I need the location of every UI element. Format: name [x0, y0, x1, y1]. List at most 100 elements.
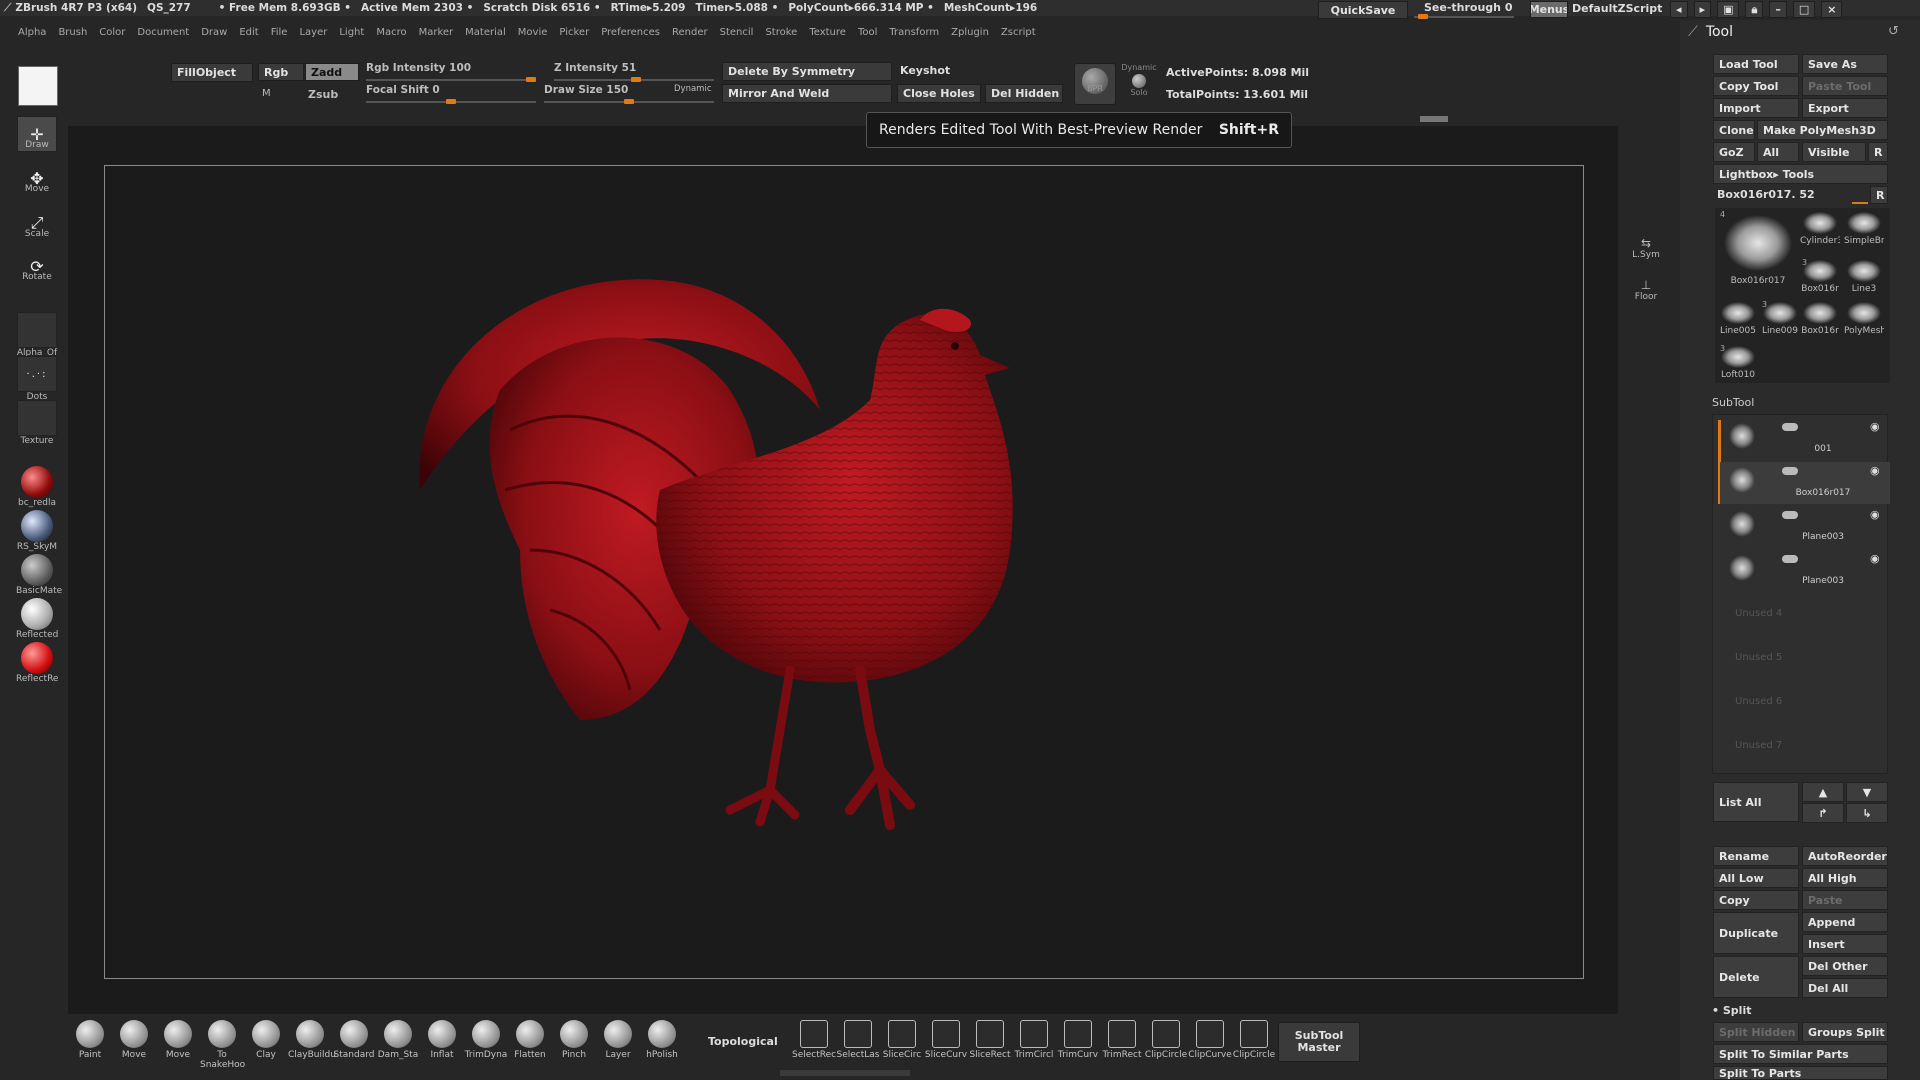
subtool-item[interactable]: ◉ Plane003	[1720, 506, 1890, 548]
scale-mode-button[interactable]: ⤢ Scale	[16, 205, 58, 239]
rotate-mode-button[interactable]: ⟳ Rotate	[16, 248, 58, 283]
subtool-item[interactable]: ◉ 001	[1720, 418, 1890, 460]
subtool-polypaint-toggle-icon[interactable]	[1782, 511, 1798, 519]
menu-brush[interactable]: Brush	[58, 27, 87, 38]
make-polymesh3d-button[interactable]: Make PolyMesh3D	[1757, 120, 1888, 140]
palette-reset-icon[interactable]: ↺	[1888, 24, 1899, 39]
m-toggle[interactable]: M	[262, 88, 271, 99]
split-to-parts-button[interactable]: Split To Parts	[1713, 1066, 1888, 1080]
color-swatch[interactable]	[18, 66, 58, 106]
subtool-polypaint-toggle-icon[interactable]	[1782, 555, 1798, 563]
delete-by-symmetry-button[interactable]: Delete By Symmetry	[722, 62, 892, 81]
tool-thumbnail[interactable]: SimpleBru	[1844, 210, 1884, 246]
paste-tool-button[interactable]: Paste Tool	[1802, 76, 1888, 96]
current-tool-r-button[interactable]: R	[1870, 186, 1888, 204]
goz-visible-button[interactable]: Visible	[1802, 142, 1866, 162]
subtool-header[interactable]: SubTool	[1712, 396, 1888, 412]
subtool-visibility-eye-icon[interactable]: ◉	[1870, 464, 1880, 477]
subtool-item[interactable]: ◉ Plane003	[1720, 550, 1890, 592]
tool-thumbnail[interactable]: Cylinder3	[1800, 210, 1840, 246]
bottom-shelf-scroll-handle[interactable]	[780, 1070, 910, 1076]
selection-brush-1[interactable]: SelectLas	[836, 1020, 880, 1060]
import-button[interactable]: Import	[1713, 98, 1799, 118]
brush-13[interactable]: hPolish	[640, 1020, 684, 1060]
menu-transform[interactable]: Transform	[889, 27, 939, 38]
menu-movie[interactable]: Movie	[518, 27, 548, 38]
brush-11[interactable]: Pinch	[552, 1020, 596, 1060]
move-mode-button[interactable]: ✥ Move	[16, 160, 58, 195]
brush-0[interactable]: Paint	[68, 1020, 112, 1060]
menu-material[interactable]: Material	[465, 27, 506, 38]
brush-8[interactable]: Inflat	[420, 1020, 464, 1060]
menu-tool[interactable]: Tool	[858, 27, 877, 38]
move-bottom-arrow-icon[interactable]: ↳	[1846, 803, 1888, 823]
list-all-button[interactable]: List All	[1713, 782, 1799, 822]
menu-stencil[interactable]: Stencil	[720, 27, 754, 38]
mirror-and-weld-button[interactable]: Mirror And Weld	[722, 84, 892, 103]
bpr-button[interactable]: BPR	[1074, 63, 1116, 105]
fillobject-button[interactable]: FillObject	[171, 63, 253, 82]
selection-brush-7[interactable]: TrimRect	[1100, 1020, 1144, 1060]
menu-stroke[interactable]: Stroke	[765, 27, 797, 38]
current-tool-slider[interactable]: Box016r017. 52	[1717, 188, 1815, 201]
split-hidden-button[interactable]: Split Hidden	[1713, 1022, 1799, 1042]
rooster-model[interactable]	[400, 250, 1120, 920]
brush-6[interactable]: Standard	[332, 1020, 376, 1060]
layout-next-icon[interactable]: ▸	[1693, 1, 1712, 18]
selection-brush-8[interactable]: ClipCircle	[1144, 1020, 1188, 1060]
paste-subtool-button[interactable]: Paste	[1802, 890, 1888, 910]
menu-picker[interactable]: Picker	[559, 27, 589, 38]
layout-prev-icon[interactable]: ◂	[1670, 1, 1688, 18]
minimize-icon[interactable]: –	[1769, 1, 1787, 18]
menu-zplugin[interactable]: Zplugin	[951, 27, 989, 38]
tool-thumbnail[interactable]: 4 Box016r017	[1718, 210, 1798, 286]
export-button[interactable]: Export	[1802, 98, 1888, 118]
subtool-polypaint-toggle-icon[interactable]	[1782, 467, 1798, 475]
material-slot-2[interactable]: RS_SkyM	[16, 510, 58, 552]
brush-3[interactable]: To SnakeHoo	[200, 1020, 245, 1070]
stroke-button[interactable]: ·.·: Dots	[16, 356, 58, 402]
current-tool-slider-knob[interactable]	[1852, 202, 1868, 204]
delete-button[interactable]: Delete	[1713, 956, 1799, 998]
insert-button[interactable]: Insert	[1802, 934, 1888, 954]
menu-document[interactable]: Document	[137, 27, 189, 38]
material-slot-5[interactable]: ReflectRe	[16, 642, 58, 684]
tool-thumbnail[interactable]: Box016r	[1800, 300, 1840, 336]
selection-brush-0[interactable]: SelectRec	[792, 1020, 836, 1060]
close-icon[interactable]: ×	[1821, 1, 1843, 18]
see-through-slider[interactable]: See-through 0	[1414, 1, 1514, 19]
material-slot-3[interactable]: BasicMate	[16, 554, 62, 596]
subtool-item[interactable]: ◉ Box016r017	[1720, 462, 1890, 504]
menu-light[interactable]: Light	[339, 27, 364, 38]
draw-button[interactable]: ✛ Draw	[16, 116, 58, 152]
menu-file[interactable]: File	[271, 27, 288, 38]
tool-thumbnail[interactable]: 3 Box016r	[1800, 258, 1840, 294]
subtool-visibility-eye-icon[interactable]: ◉	[1870, 552, 1880, 565]
selection-brush-3[interactable]: SliceCurv	[924, 1020, 968, 1060]
alpha-button[interactable]: Alpha_Of	[16, 312, 58, 358]
selection-brush-5[interactable]: TrimCircl	[1012, 1020, 1056, 1060]
del-other-button[interactable]: Del Other	[1802, 956, 1888, 976]
duplicate-button[interactable]: Duplicate	[1713, 912, 1799, 954]
clone-button[interactable]: Clone	[1713, 120, 1755, 140]
groups-split-button[interactable]: Groups Split	[1802, 1022, 1888, 1042]
lightbox-tools-button[interactable]: Lightbox▸ Tools	[1713, 164, 1888, 184]
goz-r-button[interactable]: R	[1868, 142, 1888, 162]
lsym-button[interactable]: ⇆ L.Sym	[1628, 236, 1664, 260]
menu-layer[interactable]: Layer	[299, 27, 327, 38]
tool-thumbnail[interactable]: Line3	[1844, 258, 1884, 294]
material-slot-4[interactable]: Reflected	[16, 598, 58, 640]
brush-9[interactable]: TrimDyna	[464, 1020, 508, 1060]
material-slot-1[interactable]: bc_redla	[16, 466, 58, 508]
menu-alpha[interactable]: Alpha	[18, 27, 46, 38]
selection-brush-2[interactable]: SliceCirc	[880, 1020, 924, 1060]
all-high-button[interactable]: All High	[1802, 868, 1888, 888]
copy-subtool-button[interactable]: Copy	[1713, 890, 1799, 910]
focal-shift-slider[interactable]: Focal Shift 0	[366, 84, 536, 104]
subtool-polypaint-toggle-icon[interactable]	[1782, 423, 1798, 431]
load-tool-button[interactable]: Load Tool	[1713, 54, 1799, 74]
dynamic-toggle[interactable]: Dynamic	[674, 84, 712, 94]
copy-tool-button[interactable]: Copy Tool	[1713, 76, 1799, 96]
menu-draw[interactable]: Draw	[201, 27, 227, 38]
floor-button[interactable]: ⊥ Floor	[1628, 278, 1664, 302]
